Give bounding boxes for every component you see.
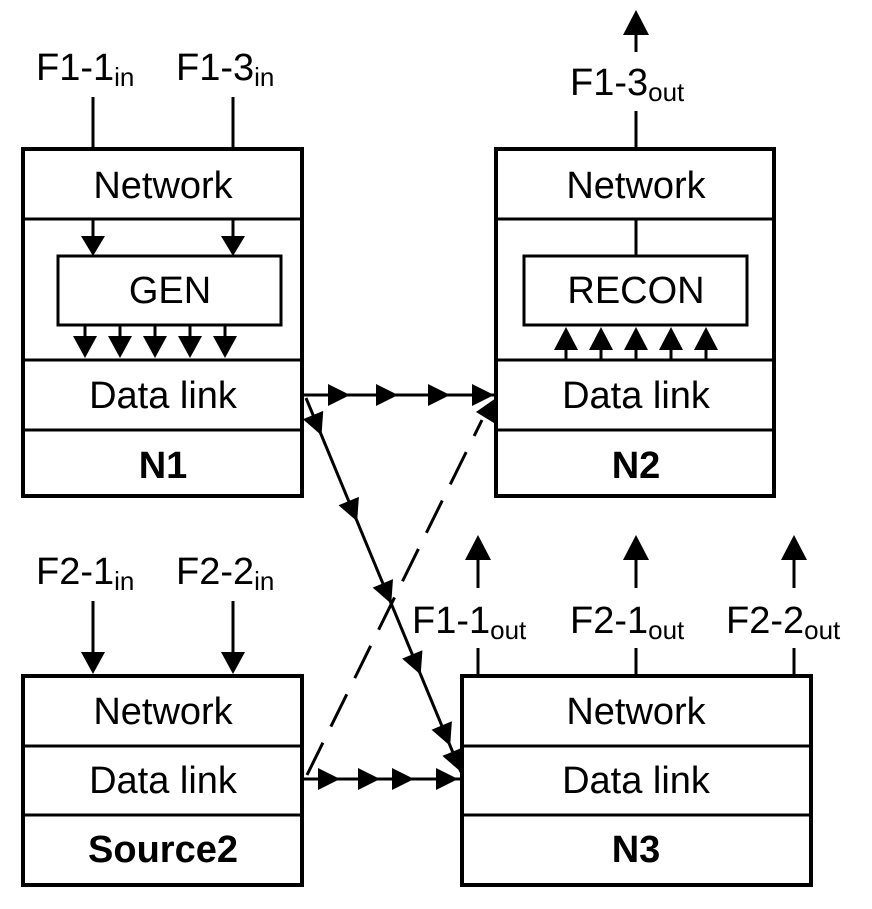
node-source2: Network Data link Source2 (21, 674, 304, 887)
flow-sub: in (254, 566, 274, 596)
svg-text:F2-2out: F2-2out (726, 600, 841, 645)
down-arrow-icon (221, 652, 245, 674)
source2-network-label: Network (93, 691, 233, 733)
flow-sub: out (490, 615, 527, 645)
flow-f2-2-out: F2-2out (726, 535, 841, 676)
node-n2: Network RECON Data link N2 (494, 147, 776, 498)
svg-text:F1-3in: F1-3in (176, 47, 274, 92)
link-source2-n3 (304, 768, 460, 790)
flow-f2-1-out: F2-1out (570, 535, 685, 676)
flow-sub: out (648, 77, 685, 107)
down-arrow-icon (81, 652, 105, 674)
up-arrow-icon (465, 535, 491, 560)
flow-label: F2-2 (726, 600, 804, 642)
svg-text:F1-1out: F1-1out (412, 600, 527, 645)
up-arrow-icon (623, 10, 649, 35)
flow-label: F1-3 (570, 62, 648, 104)
flow-label: F2-1 (570, 600, 648, 642)
n1-datalink-label: Data link (89, 375, 238, 417)
recon-input-arrows (554, 327, 718, 360)
gen-output-arrows (73, 325, 237, 358)
flow-sub: in (114, 62, 134, 92)
n3-network-label: Network (566, 691, 706, 733)
up-arrow-icon (623, 535, 649, 560)
flow-label: F2-2 (176, 551, 254, 593)
svg-text:F1-1in: F1-1in (36, 47, 134, 92)
flow-f1-1-in: F1-1in (36, 47, 134, 149)
flow-f2-2-in: F2-2in (176, 551, 274, 674)
n3-node-label: N3 (612, 829, 661, 871)
link-source2-n2-dashed (305, 398, 496, 776)
n2-datalink-label: Data link (562, 375, 711, 417)
flow-sub: out (648, 615, 685, 645)
n2-node-label: N2 (612, 445, 661, 487)
n1-node-label: N1 (139, 445, 188, 487)
svg-text:F2-1out: F2-1out (570, 600, 685, 645)
flow-label: F1-1 (412, 600, 490, 642)
node-n1: Network GEN Data link N1 (21, 147, 304, 498)
n2-network-label: Network (566, 165, 706, 207)
flow-label: F1-1 (36, 47, 114, 89)
network-coding-diagram: Network GEN Data link N1 F1-1in F1-3in N… (21, 10, 841, 887)
flow-f1-1-out: F1-1out (412, 535, 527, 676)
up-arrow-icon (781, 535, 807, 560)
n1-network-label: Network (93, 165, 233, 207)
source2-datalink-label: Data link (89, 760, 238, 802)
flow-label: F2-1 (36, 551, 114, 593)
svg-text:F2-2in: F2-2in (176, 551, 274, 596)
flow-sub: in (254, 62, 274, 92)
gen-input-arrows (81, 219, 245, 256)
node-n3: Network Data link N3 (460, 674, 813, 887)
flow-sub: in (114, 566, 134, 596)
n3-datalink-label: Data link (562, 760, 711, 802)
svg-text:F2-1in: F2-1in (36, 551, 134, 596)
flow-sub: out (804, 615, 841, 645)
link-n1-n2 (304, 384, 494, 406)
source2-node-label: Source2 (88, 829, 238, 871)
flow-f1-3-out: F1-3out (570, 10, 685, 149)
gen-label: GEN (129, 270, 211, 312)
svg-text:F1-3out: F1-3out (570, 62, 685, 107)
flow-f1-3-in: F1-3in (176, 47, 274, 149)
recon-label: RECON (567, 270, 704, 312)
flow-f2-1-in: F2-1in (36, 551, 134, 674)
flow-label: F1-3 (176, 47, 254, 89)
